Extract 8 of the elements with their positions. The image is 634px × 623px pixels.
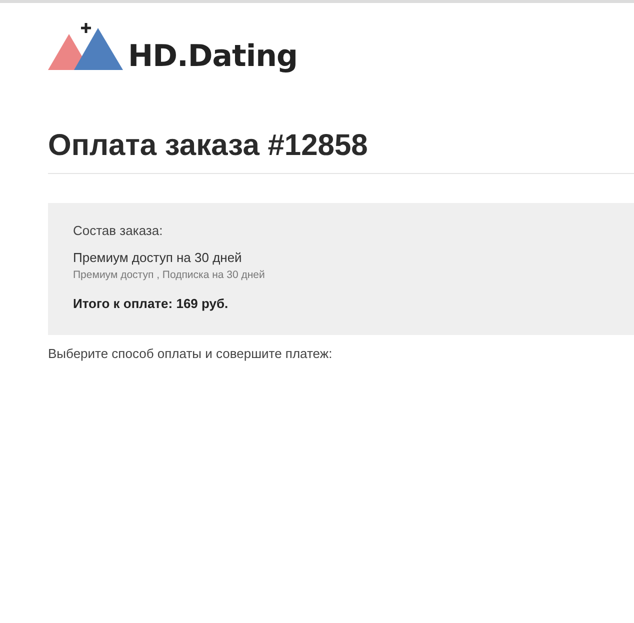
logo-icon bbox=[48, 22, 124, 70]
order-item-details: Премиум доступ , Подписка на 30 дней bbox=[73, 268, 266, 282]
payment-instruction: Выберите способ оплаты и совершите платеж: bbox=[48, 345, 334, 363]
order-heading: Состав заказа: bbox=[73, 222, 164, 240]
order-total: Итого к оплате: 169 руб. bbox=[73, 295, 230, 313]
logo-text: HD.Dating bbox=[128, 42, 298, 72]
order-item: Премиум доступ на 30 дней bbox=[73, 249, 243, 267]
page-title: Оплата заказа #12858 bbox=[48, 128, 369, 164]
